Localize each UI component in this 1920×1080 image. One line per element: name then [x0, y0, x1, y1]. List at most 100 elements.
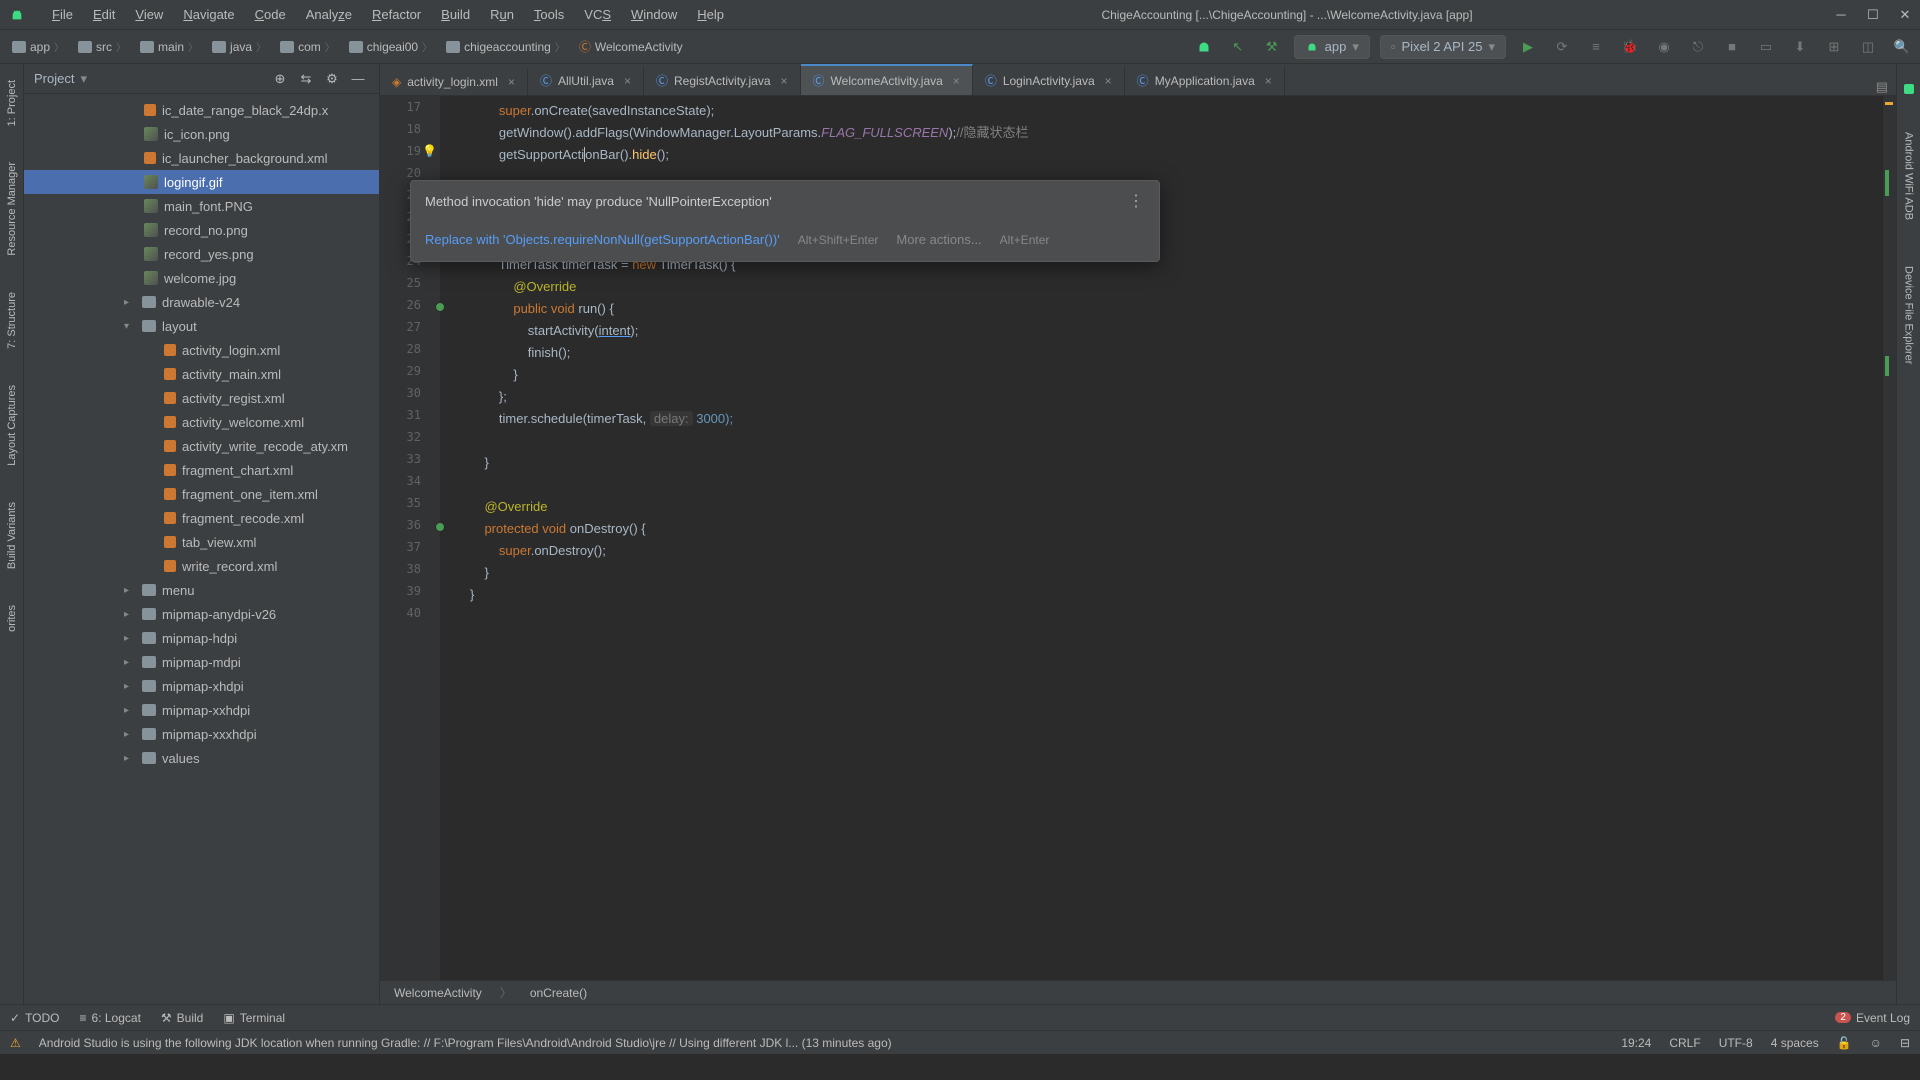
rail-resource-manager[interactable]: Resource Manager	[4, 154, 20, 264]
breadcrumb-WelcomeActivity[interactable]: ⒸWelcomeActivity	[573, 36, 689, 57]
tree-folder-mipmap-anydpi-v26[interactable]: ▸mipmap-anydpi-v26	[24, 602, 379, 626]
maximize-icon[interactable]: ☐	[1866, 8, 1880, 22]
warning-icon[interactable]: ⚠	[10, 1036, 21, 1050]
profiler-icon[interactable]: ◉	[1652, 35, 1676, 59]
tree-file-activity_login.xml[interactable]: activity_login.xml	[24, 338, 379, 362]
btab-terminal[interactable]: ▣ Terminal	[223, 1011, 285, 1025]
status-lock-icon[interactable]: 🔓	[1837, 1036, 1852, 1050]
tree-file-fragment_recode.xml[interactable]: fragment_recode.xml	[24, 506, 379, 530]
collapse-icon[interactable]: ⇆	[295, 68, 317, 90]
btab-build[interactable]: ⚒ Build	[161, 1011, 203, 1025]
line-number[interactable]: 25	[380, 276, 439, 298]
rail-layout-captures[interactable]: Layout Captures	[4, 377, 20, 474]
rail-device-file-explorer[interactable]: Device File Explorer	[1901, 258, 1917, 372]
menu-build[interactable]: Build	[433, 5, 478, 24]
run-config-dropdown[interactable]: app ▾	[1294, 35, 1370, 59]
line-number[interactable]: 28	[380, 342, 439, 364]
line-number[interactable]: 40	[380, 606, 439, 628]
tree-file-ic_icon.png[interactable]: ic_icon.png	[24, 122, 379, 146]
menu-tools[interactable]: Tools	[526, 5, 572, 24]
rail-favorites[interactable]: orites	[4, 597, 20, 640]
resource-manager-icon[interactable]: ◫	[1856, 35, 1880, 59]
stop-icon[interactable]: ■	[1720, 35, 1744, 59]
tree-file-write_record.xml[interactable]: write_record.xml	[24, 554, 379, 578]
breadcrumb-chigeai00[interactable]: chigeai00〉	[343, 37, 438, 56]
tree-file-activity_main.xml[interactable]: activity_main.xml	[24, 362, 379, 386]
tab-activity_login.xml[interactable]: ◈activity_login.xml×	[380, 69, 528, 95]
breadcrumb-chigeaccounting[interactable]: chigeaccounting〉	[440, 37, 571, 56]
menu-help[interactable]: Help	[689, 5, 732, 24]
breadcrumb-main[interactable]: main〉	[134, 37, 204, 56]
breadcrumb-app[interactable]: app〉	[6, 37, 70, 56]
sdk-manager-icon[interactable]: ⬇	[1788, 35, 1812, 59]
rail-android-wifi-adb[interactable]: Android WiFi ADB	[1901, 124, 1917, 228]
tree-file-fragment_one_item.xml[interactable]: fragment_one_item.xml	[24, 482, 379, 506]
settings-icon[interactable]: ⚙	[321, 68, 343, 90]
menu-navigate[interactable]: Navigate	[175, 5, 242, 24]
tab-overflow-icon[interactable]: ▤	[1876, 79, 1888, 95]
rail-project[interactable]: 1: Project	[4, 72, 20, 134]
line-number[interactable]: 35	[380, 496, 439, 518]
tab-close-icon[interactable]: ×	[508, 75, 515, 89]
apply-changes-icon[interactable]: ⟳	[1550, 35, 1574, 59]
tree-file-main_font.PNG[interactable]: main_font.PNG	[24, 194, 379, 218]
status-memory-icon[interactable]: ⊟	[1900, 1036, 1910, 1050]
layout-inspector-icon[interactable]: ⊞	[1822, 35, 1846, 59]
tree-folder-mipmap-xxxhdpi[interactable]: ▸mipmap-xxxhdpi	[24, 722, 379, 746]
line-number[interactable]: 27	[380, 320, 439, 342]
hide-icon[interactable]: —	[347, 68, 369, 90]
device-dropdown[interactable]: ▫ Pixel 2 API 25 ▾	[1380, 35, 1506, 59]
rail-structure[interactable]: 7: Structure	[4, 284, 20, 357]
line-number[interactable]: 37	[380, 540, 439, 562]
sync-gradle-icon[interactable]: ↖	[1226, 35, 1250, 59]
menu-vcs[interactable]: VCS	[576, 5, 619, 24]
editor-breadcrumb-class[interactable]: WelcomeActivity	[394, 986, 482, 1000]
menu-edit[interactable]: Edit	[85, 5, 123, 24]
run-icon[interactable]: ▶	[1516, 35, 1540, 59]
line-number[interactable]: 31	[380, 408, 439, 430]
btab-logcat[interactable]: ≡ 6: Logcat	[80, 1011, 141, 1025]
close-icon[interactable]: ✕	[1898, 8, 1912, 22]
tree-file-activity_write_recode_aty.xm[interactable]: activity_write_recode_aty.xm	[24, 434, 379, 458]
line-number[interactable]: 30	[380, 386, 439, 408]
tab-close-icon[interactable]: ×	[953, 74, 960, 88]
btab-todo[interactable]: ✓ TODO	[10, 1011, 60, 1025]
line-number[interactable]: 38	[380, 562, 439, 584]
locate-icon[interactable]: ⊕	[269, 68, 291, 90]
tree-folder-layout[interactable]: ▾layout	[24, 314, 379, 338]
tree-file-tab_view.xml[interactable]: tab_view.xml	[24, 530, 379, 554]
line-number[interactable]: 34	[380, 474, 439, 496]
line-number[interactable]: 29	[380, 364, 439, 386]
tree-folder-mipmap-hdpi[interactable]: ▸mipmap-hdpi	[24, 626, 379, 650]
tree-folder-values[interactable]: ▸values	[24, 746, 379, 770]
rail-build-variants[interactable]: Build Variants	[4, 494, 20, 577]
minimize-icon[interactable]: ─	[1834, 8, 1848, 22]
tree-file-activity_welcome.xml[interactable]: activity_welcome.xml	[24, 410, 379, 434]
menu-window[interactable]: Window	[623, 5, 685, 24]
tab-RegistActivity.java[interactable]: ⒸRegistActivity.java×	[644, 66, 801, 95]
tree-folder-mipmap-xxhdpi[interactable]: ▸mipmap-xxhdpi	[24, 698, 379, 722]
tree-folder-mipmap-mdpi[interactable]: ▸mipmap-mdpi	[24, 650, 379, 674]
line-number[interactable]: 32	[380, 430, 439, 452]
tree-file-record_yes.png[interactable]: record_yes.png	[24, 242, 379, 266]
tab-WelcomeActivity.java[interactable]: ⒸWelcomeActivity.java×	[801, 64, 973, 95]
editor-breadcrumb-method[interactable]: onCreate()	[530, 986, 587, 1000]
tab-close-icon[interactable]: ×	[1265, 74, 1272, 88]
code-editor[interactable]: super.onCreate(savedInstanceState); getW…	[440, 96, 1882, 980]
project-tree[interactable]: ic_date_range_black_24dp.xic_icon.pngic_…	[24, 94, 379, 1004]
line-number[interactable]: 19💡	[380, 144, 439, 166]
tree-file-ic_date_range_black_24dp.x[interactable]: ic_date_range_black_24dp.x	[24, 98, 379, 122]
apply-code-icon[interactable]: ≡	[1584, 35, 1608, 59]
attach-debugger-icon[interactable]: ⎋	[1686, 35, 1710, 59]
tab-close-icon[interactable]: ×	[624, 74, 631, 88]
line-number[interactable]: 39	[380, 584, 439, 606]
quick-fix-link[interactable]: Replace with 'Objects.requireNonNull(get…	[425, 229, 780, 251]
tree-file-fragment_chart.xml[interactable]: fragment_chart.xml	[24, 458, 379, 482]
menu-refactor[interactable]: Refactor	[364, 5, 429, 24]
btab-event-log[interactable]: 2 Event Log	[1835, 1011, 1910, 1025]
menu-view[interactable]: View	[127, 5, 171, 24]
tree-folder-drawable-v24[interactable]: ▸drawable-v24	[24, 290, 379, 314]
line-number[interactable]: 26	[380, 298, 439, 320]
android-icon[interactable]	[1192, 35, 1216, 59]
intention-bulb-icon[interactable]: 💡	[422, 144, 437, 158]
